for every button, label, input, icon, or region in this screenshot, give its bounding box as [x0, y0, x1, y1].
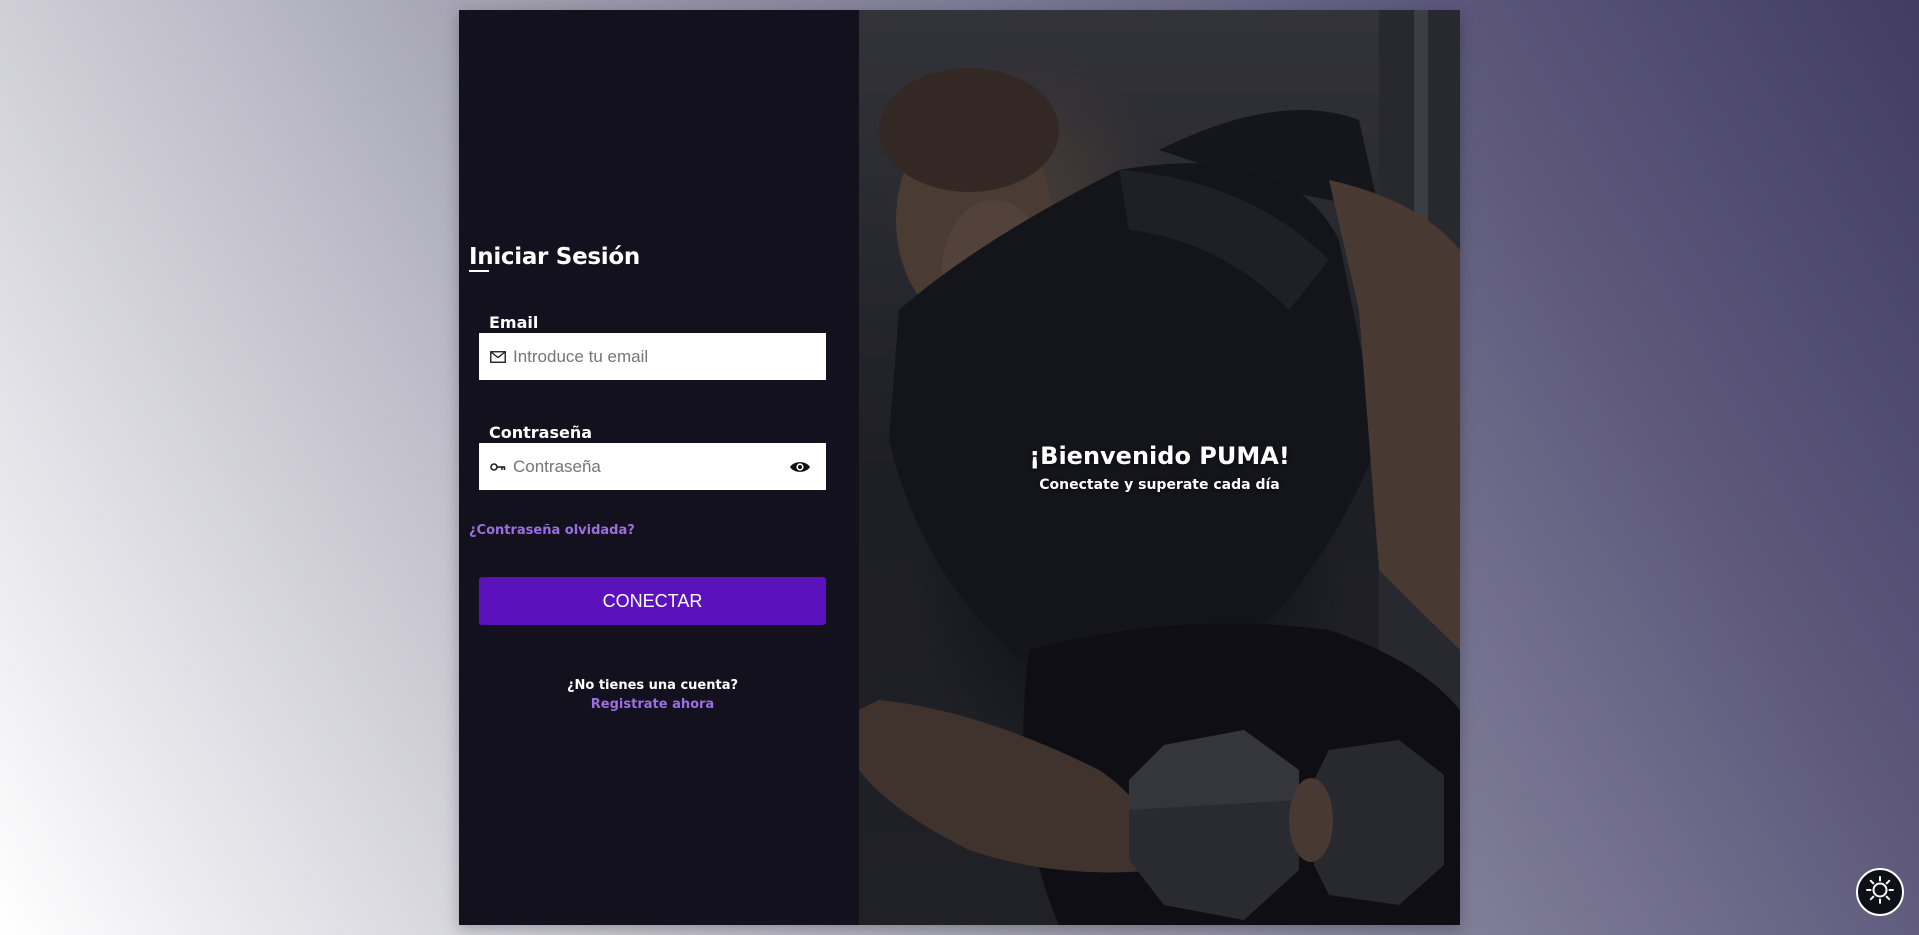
email-input[interactable] — [513, 333, 826, 380]
login-panel: Iniciar Sesión Email Contraseña — [459, 10, 859, 925]
email-field-wrapper — [479, 333, 826, 380]
hero-panel: ¡Bienvenido PUMA! Conectate y superate c… — [859, 10, 1460, 925]
theme-toggle-button[interactable] — [1856, 868, 1904, 916]
password-field-wrapper — [479, 443, 826, 490]
key-icon — [483, 443, 513, 490]
welcome-subtitle: Conectate y superate cada día — [1039, 477, 1280, 493]
password-label: Contraseña — [489, 423, 593, 442]
welcome-heading: ¡Bienvenido PUMA! — [1029, 442, 1290, 470]
password-input[interactable] — [513, 443, 780, 490]
eye-icon[interactable] — [780, 443, 820, 490]
email-label: Email — [489, 313, 539, 332]
no-account-text: ¿No tienes una cuenta? — [566, 678, 739, 693]
title-underline — [469, 270, 489, 272]
page-title: Iniciar Sesión — [469, 244, 640, 270]
forgot-password-link[interactable]: ¿Contraseña olvidada? — [469, 523, 635, 538]
connect-button[interactable]: CONECTAR — [479, 577, 826, 625]
mail-icon — [483, 333, 513, 380]
register-link[interactable]: Registrate ahora — [479, 697, 826, 712]
login-card: Iniciar Sesión Email Contraseña — [459, 10, 1460, 925]
sun-icon — [1865, 875, 1895, 909]
